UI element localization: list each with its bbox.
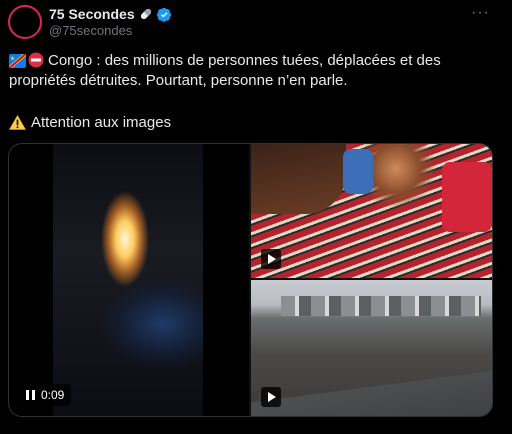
pause-icon[interactable] — [26, 390, 35, 400]
thumbnail-figure — [251, 144, 346, 214]
thumbnail-figure-child — [343, 149, 373, 194]
video-thumbnail-bottom[interactable] — [251, 280, 492, 416]
play-icon[interactable] — [261, 387, 281, 407]
tweet-text-line-2: propriétés détruites. Pourtant, personne… — [9, 72, 348, 89]
author-row: 75 Secondes — [49, 6, 172, 22]
tweet-text-line-1: Congo : des millions de personnes tuées,… — [9, 51, 441, 71]
tweet-text-line-1-text: Congo : des millions de personnes tuées,… — [48, 52, 441, 69]
more-options-button[interactable]: ··· — [471, 4, 490, 22]
warning-emoji-icon — [9, 115, 26, 130]
drc-flag-emoji-icon — [9, 54, 26, 68]
avatar[interactable] — [8, 5, 42, 39]
main-video[interactable]: 0:09 — [9, 144, 249, 416]
play-triangle — [268, 392, 276, 402]
video-thumbnail-top[interactable] — [251, 144, 492, 278]
media-grid: 0:09 — [8, 143, 493, 417]
play-icon[interactable] — [261, 249, 281, 269]
author-name[interactable]: 75 Secondes — [49, 6, 135, 22]
main-video-frame[interactable] — [53, 144, 203, 416]
verified-badge-icon — [156, 7, 171, 22]
video-controls[interactable]: 0:09 — [19, 384, 72, 406]
thumbnail-houses — [281, 296, 481, 316]
play-triangle — [268, 254, 276, 264]
tweet-text-line-3-text: Attention aux images — [31, 114, 172, 131]
pill-emoji-icon — [140, 8, 151, 20]
no-entry-emoji-icon — [28, 52, 44, 68]
tweet-text-line-3: Attention aux images — [9, 113, 171, 133]
video-time: 0:09 — [41, 388, 65, 402]
thumbnail-figure-cloth — [442, 162, 492, 232]
author-handle[interactable]: @75secondes — [49, 23, 132, 38]
thumbnail-road — [251, 371, 492, 416]
